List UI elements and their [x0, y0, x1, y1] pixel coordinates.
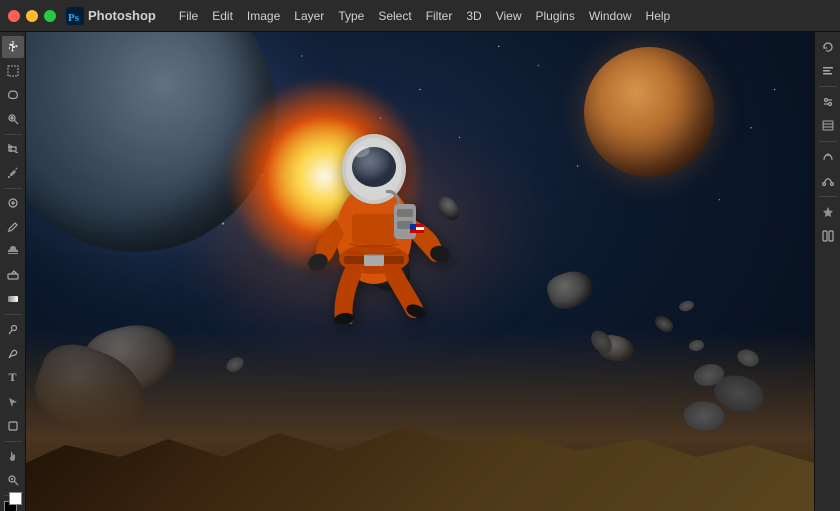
- right-sep-3: [819, 196, 837, 197]
- zoom-tool[interactable]: [2, 469, 24, 491]
- marquee-tool[interactable]: [2, 60, 24, 82]
- menu-bar: File Edit Image Layer Type Select Filter…: [172, 0, 677, 32]
- menu-select[interactable]: Select: [371, 0, 418, 32]
- gradient-tool[interactable]: [2, 288, 24, 310]
- left-toolbar: T: [0, 32, 26, 511]
- menu-edit[interactable]: Edit: [205, 0, 240, 32]
- menu-filter[interactable]: Filter: [419, 0, 460, 32]
- menu-plugins[interactable]: Plugins: [529, 0, 582, 32]
- menu-view[interactable]: View: [489, 0, 529, 32]
- planet-right: [584, 47, 714, 177]
- menu-type[interactable]: Type: [331, 0, 371, 32]
- text-tool[interactable]: T: [2, 367, 24, 389]
- hand-tool[interactable]: [2, 445, 24, 467]
- menu-image[interactable]: Image: [240, 0, 287, 32]
- right-toolbar: [814, 32, 840, 511]
- menu-file[interactable]: File: [172, 0, 205, 32]
- background-swatch: [9, 492, 22, 505]
- app-icon: Ps: [66, 7, 84, 25]
- lasso-tool[interactable]: [2, 84, 24, 106]
- brush-tool[interactable]: [2, 216, 24, 238]
- menu-3d[interactable]: 3D: [459, 0, 488, 32]
- layers-panel-btn[interactable]: [817, 115, 839, 137]
- traffic-lights: [8, 10, 56, 22]
- right-sep-2: [819, 141, 837, 142]
- pen-tool[interactable]: [2, 343, 24, 365]
- foreground-color[interactable]: [4, 501, 22, 505]
- menu-window[interactable]: Window: [582, 0, 639, 32]
- effects-btn[interactable]: [817, 201, 839, 223]
- svg-text:Ps: Ps: [68, 12, 80, 24]
- shape-tool[interactable]: [2, 415, 24, 437]
- channels-panel-btn[interactable]: [817, 146, 839, 168]
- close-button[interactable]: [8, 10, 20, 22]
- astronaut: [294, 104, 454, 324]
- canvas-area[interactable]: [26, 32, 814, 511]
- adjustments-panel-btn[interactable]: [817, 91, 839, 113]
- paths-panel-btn[interactable]: [817, 170, 839, 192]
- rock-cluster-right: [684, 311, 764, 431]
- minimize-button[interactable]: [26, 10, 38, 22]
- move-tool[interactable]: [2, 36, 24, 58]
- properties-panel-btn[interactable]: [817, 60, 839, 82]
- stamp-tool[interactable]: [2, 240, 24, 262]
- healing-tool[interactable]: [2, 192, 24, 214]
- titlebar: Ps Photoshop File Edit Image Layer Type …: [0, 0, 840, 32]
- history-panel-btn[interactable]: [817, 36, 839, 58]
- libraries-btn[interactable]: [817, 225, 839, 247]
- dodge-tool[interactable]: [2, 319, 24, 341]
- app-name: Photoshop: [88, 8, 156, 23]
- eyedropper-tool[interactable]: [2, 162, 24, 184]
- path-select-tool[interactable]: [2, 391, 24, 413]
- menu-layer[interactable]: Layer: [287, 0, 331, 32]
- main-layout: T: [0, 32, 840, 511]
- space-scene: [26, 32, 814, 511]
- quick-select-tool[interactable]: [2, 108, 24, 130]
- maximize-button[interactable]: [44, 10, 56, 22]
- menu-help[interactable]: Help: [639, 0, 678, 32]
- right-sep-1: [819, 86, 837, 87]
- eraser-tool[interactable]: [2, 264, 24, 286]
- crop-tool[interactable]: [2, 138, 24, 160]
